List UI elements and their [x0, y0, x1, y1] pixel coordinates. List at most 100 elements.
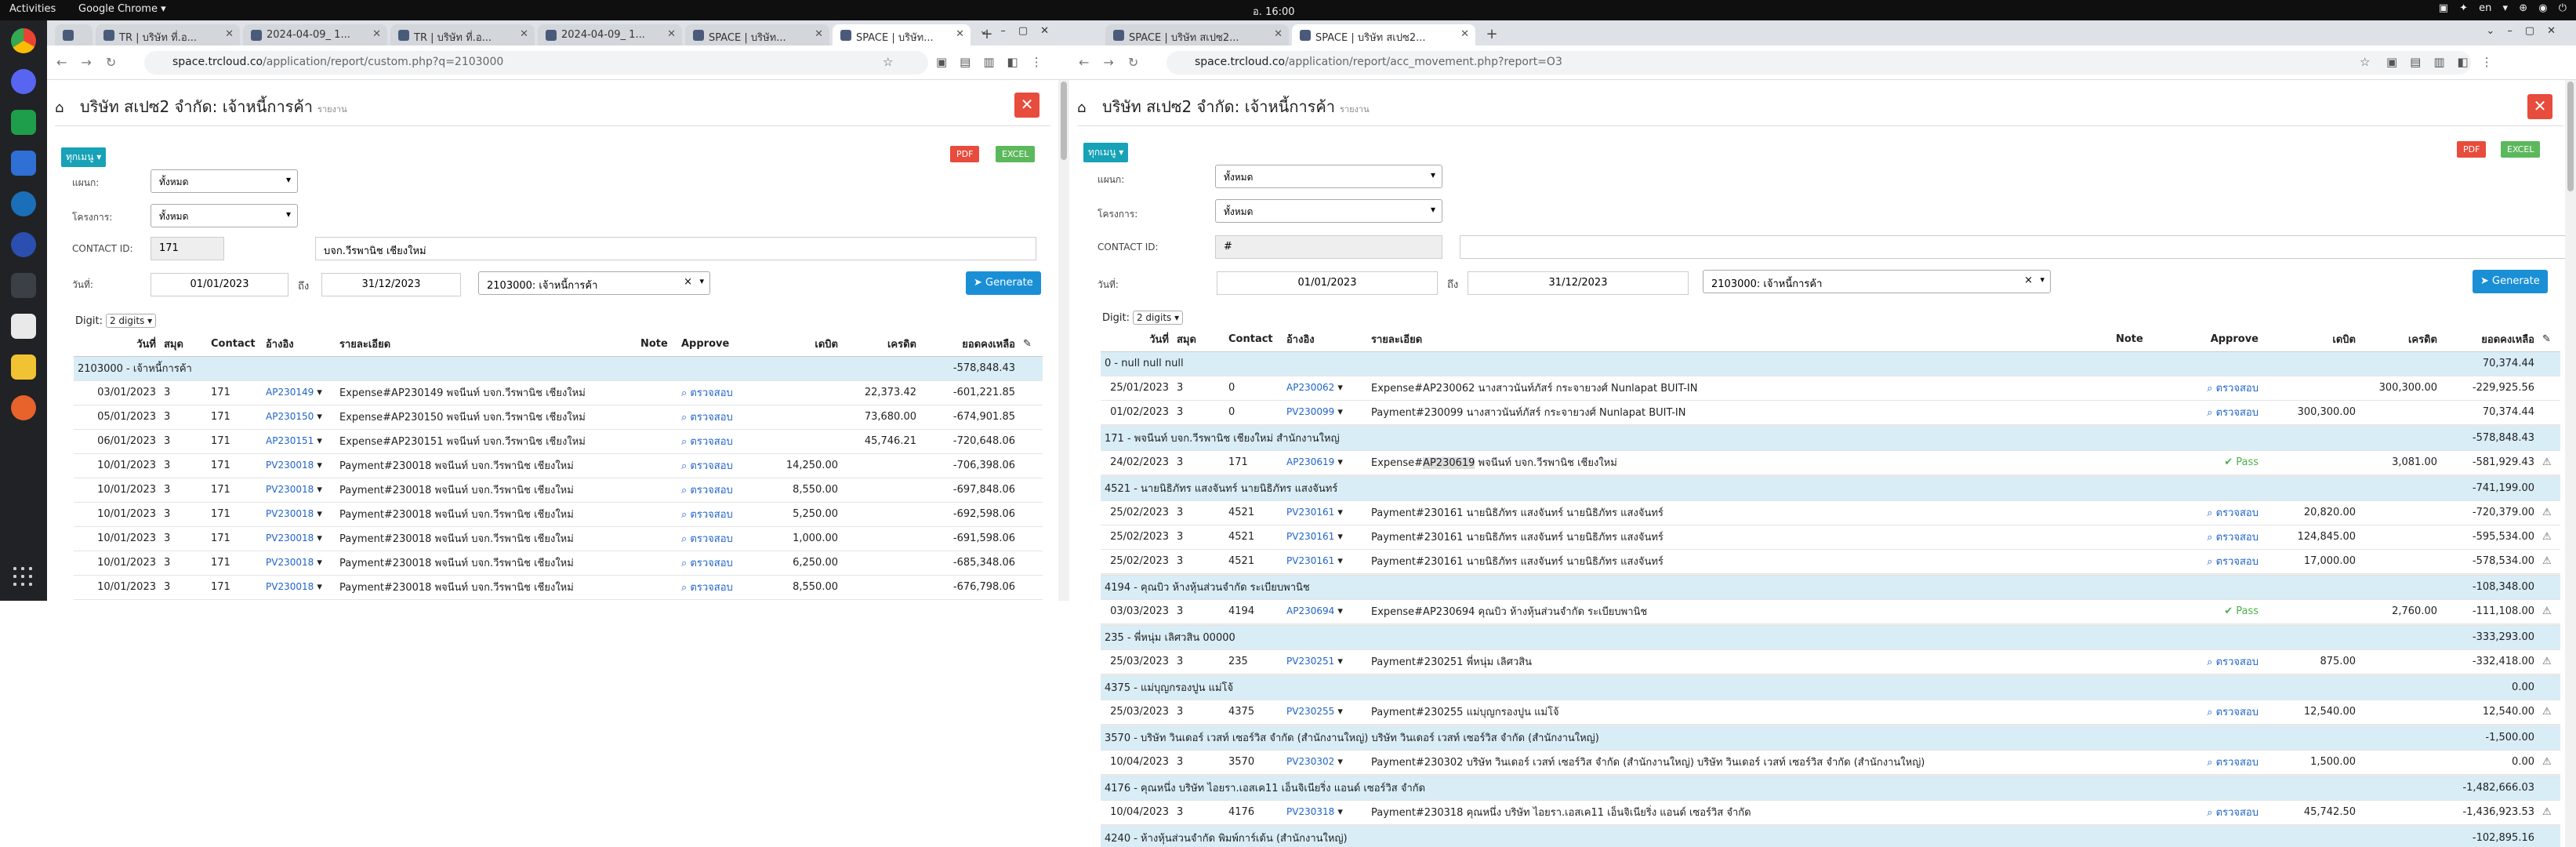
clear-icon[interactable]: ×: [684, 276, 692, 288]
row-approve[interactable]: ⌕ ตรวจสอบ: [677, 380, 764, 405]
row-ref[interactable]: PV230302 ▾: [1283, 750, 1367, 775]
approve-status[interactable]: ตรวจสอบ: [690, 436, 732, 448]
dept-select[interactable]: ทั้งหมด: [151, 169, 298, 193]
edit-columns-icon[interactable]: ✎: [2538, 328, 2560, 352]
warning-icon[interactable]: [2538, 400, 2560, 425]
row-approve[interactable]: ⌕ ตรวจสอบ: [677, 478, 764, 503]
col-debit[interactable]: เดบิต: [2262, 328, 2360, 352]
approve-status[interactable]: ตรวจสอบ: [2216, 556, 2259, 568]
warning-icon[interactable]: ⚠: [2538, 450, 2560, 475]
col-approve[interactable]: Approve: [2156, 328, 2262, 352]
activities-button[interactable]: Activities: [9, 3, 56, 15]
row-ref[interactable]: PV230018 ▾: [262, 575, 336, 600]
window-controls[interactable]: ⌄–▢✕: [979, 25, 1061, 37]
ref-link[interactable]: PV230161: [1286, 507, 1334, 518]
row-ref[interactable]: PV230018 ▾: [262, 526, 336, 551]
globe-icon[interactable]: [11, 232, 36, 257]
ref-link[interactable]: PV230018: [266, 557, 314, 568]
search-icon[interactable]: ⌕: [2207, 507, 2215, 519]
clock[interactable]: อ. 16:00: [1253, 3, 1295, 20]
calculator-icon[interactable]: [11, 273, 36, 298]
approve-status[interactable]: ตรวจสอบ: [2216, 807, 2259, 819]
ref-link[interactable]: AP230151: [266, 435, 314, 446]
row-approve[interactable]: ✔ Pass: [2156, 599, 2262, 624]
ref-link[interactable]: AP230062: [1286, 382, 1334, 393]
ref-link[interactable]: PV230018: [266, 484, 314, 495]
search-icon[interactable]: ⌕: [2207, 656, 2215, 668]
row-ref[interactable]: PV230251 ▾: [1283, 649, 1367, 674]
approve-status[interactable]: ตรวจสอบ: [690, 509, 732, 521]
search-icon[interactable]: ⌕: [2207, 532, 2215, 543]
approve-status[interactable]: ตรวจสอบ: [690, 558, 732, 569]
tab-active[interactable]: SPACE | บริษัท... ✕: [833, 24, 971, 45]
chrome-icon[interactable]: [11, 28, 36, 53]
search-icon[interactable]: ⌕: [681, 558, 690, 569]
row-ref[interactable]: PV230318 ▾: [1283, 800, 1367, 825]
warning-icon[interactable]: ⚠: [2538, 750, 2560, 775]
row-ref[interactable]: PV230161 ▾: [1283, 549, 1367, 574]
pdf-button[interactable]: PDF: [950, 146, 980, 162]
digit-select[interactable]: 2 digits ▾: [1132, 311, 1184, 325]
col-ref[interactable]: อ้างอิง: [1283, 328, 1367, 352]
row-ref[interactable]: PV230161 ▾: [1283, 500, 1367, 525]
ref-link[interactable]: PV230255: [1286, 706, 1334, 717]
search-icon[interactable]: ⌕: [681, 436, 690, 448]
row-approve[interactable]: ⌕ ตรวจสอบ: [2156, 649, 2262, 674]
generate-button[interactable]: ➤ Generate: [966, 271, 1041, 295]
row-ref[interactable]: AP230150 ▾: [262, 405, 336, 430]
date-to-input[interactable]: 31/12/2023: [321, 273, 461, 296]
tab-3[interactable]: TR | บริษัท ที่.อ... ✕: [390, 24, 535, 45]
row-approve[interactable]: ⌕ ตรวจสอบ: [2156, 549, 2262, 574]
ref-link[interactable]: PV230018: [266, 460, 314, 471]
notes-icon[interactable]: [11, 354, 36, 380]
generate-button[interactable]: ➤ Generate: [2473, 270, 2548, 293]
audio-tab[interactable]: [55, 24, 93, 45]
warning-icon[interactable]: ⚠: [2538, 599, 2560, 624]
row-ref[interactable]: AP230151 ▾: [262, 429, 336, 454]
show-apps-icon[interactable]: [11, 565, 36, 590]
row-ref[interactable]: AP230062 ▾: [1283, 376, 1367, 401]
row-approve[interactable]: ⌕ ตรวจสอบ: [677, 429, 764, 454]
col-detail[interactable]: รายละเอียด: [1367, 328, 2112, 352]
row-approve[interactable]: ⌕ ตรวจสอบ: [2156, 800, 2262, 825]
row-approve[interactable]: ⌕ ตรวจสอบ: [677, 405, 764, 430]
star-icon[interactable]: ☆: [883, 55, 905, 69]
col-note[interactable]: Note: [2112, 328, 2156, 352]
ref-link[interactable]: AP230150: [266, 411, 314, 422]
editor-icon[interactable]: [11, 395, 36, 420]
row-approve[interactable]: ⌕ ตรวจสอบ: [677, 526, 764, 551]
home-icon[interactable]: ⌂: [55, 100, 72, 116]
row-ref[interactable]: AP230694 ▾: [1283, 599, 1367, 624]
approve-status[interactable]: ตรวจสอบ: [2216, 656, 2259, 668]
col-credit[interactable]: เครดิต: [2360, 328, 2441, 352]
date-from-input[interactable]: 01/01/2023: [1217, 271, 1438, 295]
search-icon[interactable]: ⌕: [2207, 383, 2215, 394]
search-icon[interactable]: ⌕: [681, 460, 690, 472]
col-note[interactable]: Note: [637, 333, 677, 357]
approve-status[interactable]: ตรวจสอบ: [690, 485, 732, 496]
row-ref[interactable]: PV230099 ▾: [1283, 400, 1367, 425]
ref-link[interactable]: AP230694: [1286, 605, 1334, 616]
clear-icon[interactable]: ×: [2024, 274, 2033, 286]
ref-link[interactable]: PV230251: [1286, 656, 1334, 667]
tab-active[interactable]: SPACE | บริษัท สเปซ2... ✕: [1292, 24, 1475, 45]
account-select[interactable]: 2103000: เจ้าหนี้การค้า × ▾: [1703, 270, 2051, 293]
ref-link[interactable]: PV230018: [266, 581, 314, 592]
system-tray[interactable]: ▣ ✦ en ▾ ⊕ ◉ ⏻: [2439, 2, 2567, 14]
warning-icon[interactable]: ⚠: [2538, 800, 2560, 825]
new-tab-button[interactable]: +: [1482, 26, 1502, 43]
search-icon[interactable]: ⌕: [681, 582, 690, 594]
document-icon[interactable]: [11, 151, 36, 176]
ref-link[interactable]: PV230318: [1286, 806, 1334, 817]
row-approve[interactable]: ⌕ ตรวจสอบ: [2156, 525, 2262, 550]
tab-1[interactable]: SPACE | บริษัท สเปซ2... ✕: [1105, 24, 1289, 45]
ref-link[interactable]: PV230018: [266, 508, 314, 519]
search-icon[interactable]: ⌕: [2207, 407, 2215, 419]
row-approve[interactable]: ⌕ ตรวจสอบ: [2156, 750, 2262, 775]
app-menu[interactable]: Google Chrome ▾: [78, 3, 166, 15]
approve-status[interactable]: ตรวจสอบ: [2216, 383, 2259, 394]
spreadsheet-icon[interactable]: [11, 110, 36, 135]
col-book[interactable]: สมุด: [160, 333, 207, 357]
row-approve[interactable]: ⌕ ตรวจสอบ: [2156, 700, 2262, 725]
presentation-icon[interactable]: [11, 314, 36, 339]
